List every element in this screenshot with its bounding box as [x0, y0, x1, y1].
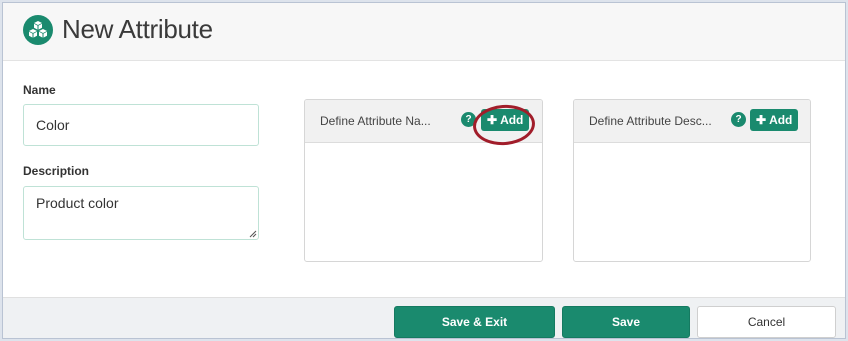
save-button[interactable]: Save [562, 306, 690, 338]
description-textarea[interactable]: Product color [23, 186, 259, 240]
help-icon[interactable]: ? [731, 112, 746, 127]
resize-handle-icon[interactable] [249, 230, 257, 238]
plus-icon: ✚ [756, 113, 767, 127]
dialog-window: New Attribute Name Description Product c… [2, 2, 846, 339]
help-icon[interactable]: ? [461, 112, 476, 127]
page-title: New Attribute [62, 14, 213, 44]
cubes-icon [23, 15, 53, 45]
add-button-label: Add [769, 113, 793, 127]
add-attribute-name-button[interactable]: ✚ Add [481, 109, 530, 131]
dialog-header: New Attribute [3, 3, 845, 61]
attribute-descriptions-panel: Define Attribute Desc... ? ✚ Add [573, 99, 811, 262]
attribute-names-panel: Define Attribute Na... ? ✚ Add [304, 99, 543, 262]
name-label: Name [23, 83, 56, 97]
add-button-label: Add [500, 113, 524, 127]
description-label: Description [23, 164, 90, 178]
panel-title: Define Attribute Na... [320, 114, 431, 128]
plus-icon: ✚ [487, 113, 498, 127]
panel-header: Define Attribute Na... ? ✚ Add [305, 100, 542, 143]
save-and-exit-button[interactable]: Save & Exit [394, 306, 555, 338]
name-input[interactable] [23, 104, 259, 146]
cancel-button[interactable]: Cancel [697, 306, 836, 338]
panel-header: Define Attribute Desc... ? ✚ Add [574, 100, 810, 143]
panel-title: Define Attribute Desc... [589, 114, 712, 128]
add-attribute-description-button[interactable]: ✚ Add [750, 109, 799, 131]
